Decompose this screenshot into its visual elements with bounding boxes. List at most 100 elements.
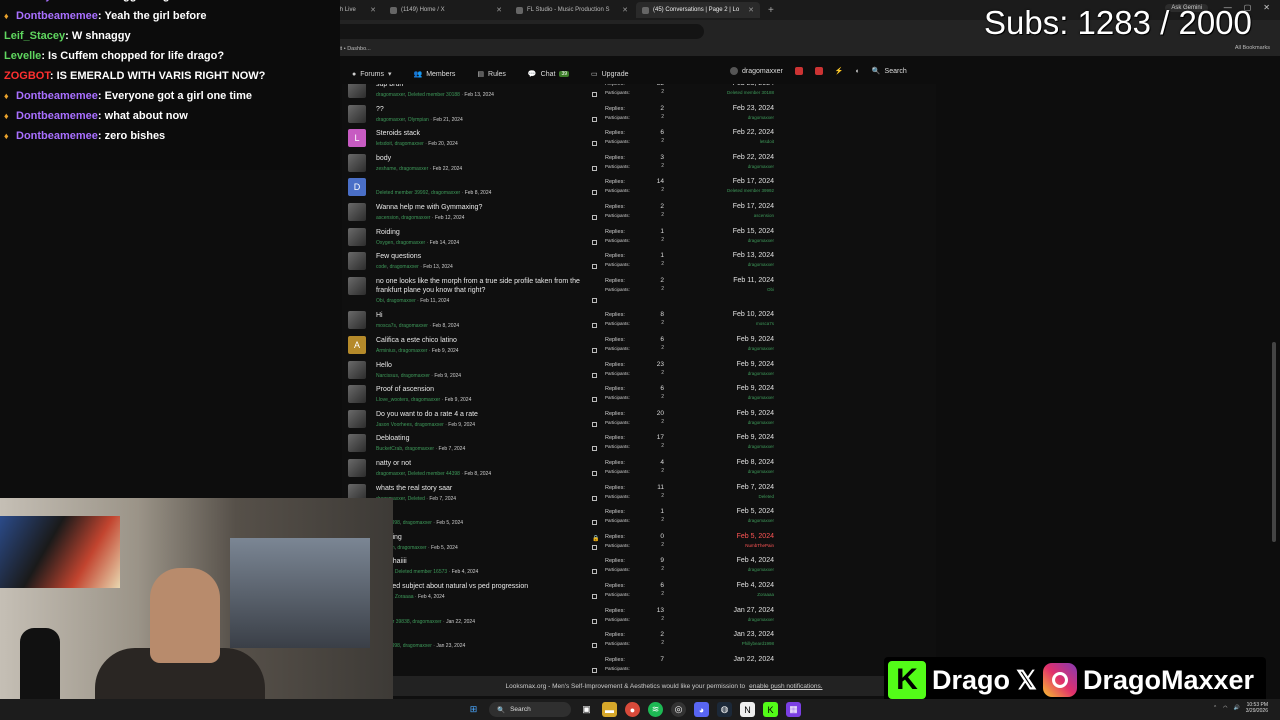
starter-username[interactable]: Arminius bbox=[376, 348, 395, 354]
participant-username[interactable]: dragomaxxer bbox=[403, 520, 432, 526]
select-checkbox[interactable] bbox=[592, 92, 597, 97]
last-reply-user[interactable]: dragomaxxer bbox=[682, 371, 774, 376]
scroll-thumb[interactable] bbox=[1272, 342, 1276, 542]
conversation-title[interactable]: Debloating bbox=[376, 434, 588, 443]
select-checkbox[interactable] bbox=[592, 323, 597, 329]
volume-icon[interactable]: 🔊 bbox=[1234, 705, 1240, 711]
conversation-row[interactable]: beard1998, dragomaxxer · Feb 5, 2024Repl… bbox=[342, 508, 936, 532]
participant-username[interactable]: dragomaxxer bbox=[401, 373, 430, 379]
avatar[interactable] bbox=[348, 227, 366, 246]
tray-chevron-icon[interactable]: ⌃ bbox=[1213, 705, 1217, 711]
starter-username[interactable]: Deleted member 39992 bbox=[376, 190, 428, 196]
conversation-row[interactable]: whats the real story saardragomaxxer, De… bbox=[342, 483, 936, 508]
enable-push-link[interactable]: enable push notifications. bbox=[749, 683, 822, 690]
conversation-row[interactable]: ?? dragomaxxer, Olympian · Feb 21, 2024 Re… bbox=[342, 104, 936, 129]
last-reply-user[interactable]: Deleted member 39992 bbox=[682, 188, 774, 193]
last-reply-user[interactable]: letsdoit bbox=[682, 139, 774, 144]
conversation-row[interactable]: plicated subject about natural vs ped pr… bbox=[342, 582, 936, 606]
select-checkbox[interactable] bbox=[592, 348, 597, 353]
conversation-title[interactable]: Few questions bbox=[376, 252, 588, 261]
conversation-title[interactable]: Hello bbox=[376, 361, 588, 370]
select-checkbox[interactable] bbox=[592, 264, 597, 270]
starter-username[interactable]: letsdoit bbox=[376, 141, 392, 147]
tab-close-icon[interactable]: ✕ bbox=[370, 6, 376, 14]
conversation-row[interactable]: Wanna help me with Gymmaxing? ascension, … bbox=[342, 203, 936, 227]
conversation-title[interactable]: Wanna help me with Gymmaxing? bbox=[376, 203, 588, 212]
conversation-row[interactable]: D Deleted member 39992, dragomaxxer · Feb… bbox=[342, 178, 936, 202]
starter-username[interactable]: dragomaxxer bbox=[376, 117, 405, 123]
select-checkbox[interactable] bbox=[592, 495, 597, 501]
select-checkbox[interactable] bbox=[592, 397, 597, 403]
task-view-icon[interactable]: ▣ bbox=[579, 702, 594, 717]
conversation-title[interactable]: whats the real story saar bbox=[376, 484, 588, 493]
starter-username[interactable]: dragomaxxer bbox=[376, 92, 405, 98]
spotify-icon[interactable]: ≋ bbox=[648, 702, 663, 717]
conversation-row[interactable]: WarningThePain, dragomaxxer · Feb 5, 202… bbox=[342, 532, 936, 557]
select-checkbox[interactable] bbox=[592, 372, 597, 378]
participant-username[interactable]: Deleted member 16573 bbox=[395, 569, 447, 575]
starter-username[interactable]: Oxygen bbox=[376, 240, 393, 246]
conversation-row[interactable]: L Steroids stack letsdoit, dragomaxxer · F… bbox=[342, 129, 936, 153]
tab-close-icon[interactable]: ✕ bbox=[496, 6, 502, 14]
last-reply-user[interactable]: Obi bbox=[682, 287, 774, 292]
starter-username[interactable]: code bbox=[376, 264, 387, 270]
avatar[interactable] bbox=[348, 203, 366, 221]
obs-icon[interactable]: ◎ bbox=[671, 702, 686, 717]
participant-username[interactable]: dragomaxxer bbox=[401, 215, 430, 221]
last-reply-user[interactable]: dragomaxxer bbox=[682, 346, 774, 351]
chrome-icon[interactable]: ● bbox=[625, 702, 640, 717]
participant-username[interactable]: dragomaxxer bbox=[387, 298, 416, 304]
last-reply-user[interactable]: mosca7s bbox=[682, 321, 774, 326]
nav-rules[interactable]: ▤ Rules bbox=[477, 70, 506, 79]
conversation-title[interactable]: plicated subject about natural vs ped pr… bbox=[376, 582, 588, 591]
nav-chat[interactable]: 💬 Chat 39 bbox=[528, 70, 569, 78]
nav-upgrade[interactable]: ▭ Upgrade bbox=[591, 70, 628, 79]
kick-app-icon[interactable]: K bbox=[763, 702, 778, 717]
select-checkbox[interactable] bbox=[592, 190, 597, 196]
search-button[interactable]: 🔍 Search bbox=[872, 67, 907, 76]
close-window-button[interactable]: ✕ bbox=[1263, 3, 1270, 12]
avatar[interactable] bbox=[348, 459, 366, 477]
inbox-icon[interactable] bbox=[794, 67, 803, 75]
conversation-title[interactable]: ack bhaiiii bbox=[376, 557, 588, 566]
last-reply-user[interactable]: dragomaxxer bbox=[682, 115, 774, 120]
last-reply-user[interactable]: Phillybeard1998 bbox=[682, 641, 774, 646]
select-checkbox[interactable] bbox=[592, 569, 597, 575]
conversation-row[interactable]: sup bruh dragomaxxer, Deleted member 3018… bbox=[342, 84, 936, 104]
select-checkbox[interactable] bbox=[592, 141, 597, 147]
avatar[interactable] bbox=[348, 252, 366, 271]
conversation-row[interactable]: natty or not dragomaxxer, Deleted member … bbox=[342, 459, 936, 483]
conversation-row[interactable]: Do you want to do a rate 4 a rate Jason V… bbox=[342, 409, 936, 434]
participant-username[interactable]: Olympian bbox=[408, 117, 429, 123]
tab-close-icon[interactable]: ✕ bbox=[748, 6, 754, 14]
select-checkbox[interactable] bbox=[592, 618, 597, 624]
last-reply-user[interactable]: dragomaxxer bbox=[682, 395, 774, 400]
conversation-title[interactable]: th bbox=[376, 631, 588, 640]
conversation-row[interactable]: ack bhaiiiimaxxer, Deleted member 16573 … bbox=[342, 557, 936, 581]
starter-username[interactable]: BucketCrab bbox=[376, 446, 402, 452]
participant-username[interactable]: dragomaxxer bbox=[395, 141, 424, 147]
select-checkbox[interactable] bbox=[592, 667, 597, 673]
select-checkbox[interactable] bbox=[592, 421, 597, 427]
nav-forums[interactable]: ● Forums ▾ bbox=[352, 70, 391, 79]
select-checkbox[interactable] bbox=[592, 215, 597, 220]
avatar[interactable] bbox=[348, 385, 366, 404]
last-reply-user[interactable]: dragomaxxer bbox=[682, 164, 774, 169]
conversation-row[interactable]: Roiding Oxygen, dragomaxxer · Feb 14, 202… bbox=[342, 227, 936, 252]
last-reply-user[interactable]: Deleted bbox=[682, 494, 774, 499]
avatar[interactable] bbox=[348, 276, 366, 295]
participant-username[interactable]: Deleted member 44398 bbox=[408, 471, 460, 477]
avatar[interactable]: L bbox=[348, 129, 366, 148]
steam-icon[interactable]: ◍ bbox=[717, 702, 732, 717]
conversation-title[interactable]: ?? bbox=[376, 105, 588, 114]
starter-username[interactable]: dragomaxxer bbox=[376, 471, 405, 477]
select-checkbox[interactable] bbox=[592, 471, 597, 476]
file-explorer-icon[interactable]: ▬ bbox=[602, 702, 617, 717]
browser-tab[interactable]: (1149) Home / X ✕ bbox=[384, 2, 508, 18]
select-checkbox[interactable] bbox=[592, 239, 597, 245]
select-checkbox[interactable] bbox=[592, 643, 597, 649]
participant-username[interactable]: dragomaxxer bbox=[399, 166, 428, 172]
alerts-icon[interactable] bbox=[814, 67, 823, 75]
last-reply-user[interactable]: dragomaxxer bbox=[682, 617, 774, 622]
last-reply-user[interactable]: dragomaxxer bbox=[682, 567, 774, 572]
